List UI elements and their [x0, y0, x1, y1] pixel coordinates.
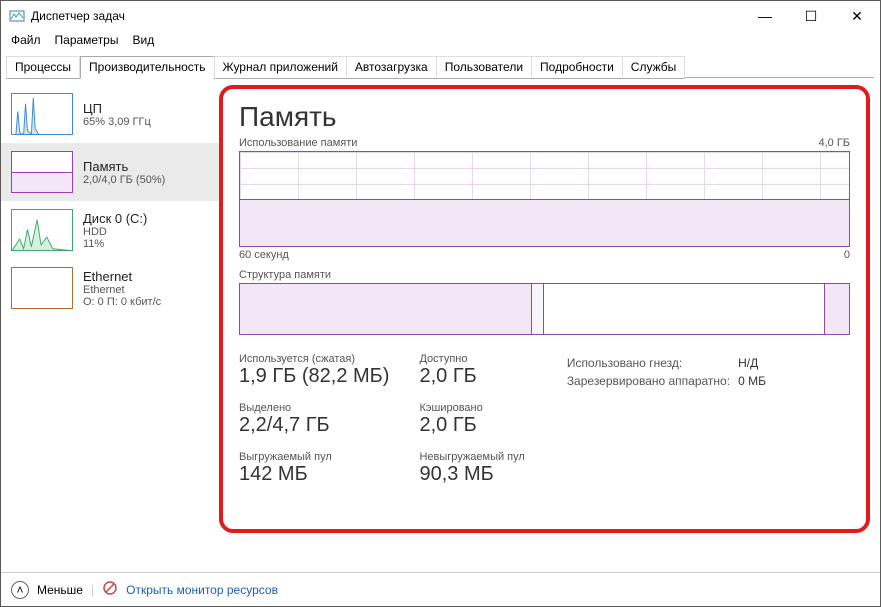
hw-reserved-label: Зарезервировано аппаратно: [567, 373, 736, 389]
tab-startup[interactable]: Автозагрузка [346, 56, 437, 79]
menu-file[interactable]: Файл [11, 33, 41, 47]
available-label: Доступно [419, 353, 524, 365]
sidebar-item-memory[interactable]: Память 2,0/4,0 ГБ (50%) [1, 143, 219, 201]
tab-app-history[interactable]: Журнал приложений [214, 56, 347, 79]
sidebar-item-disk[interactable]: Диск 0 (C:) HDD 11% [1, 201, 219, 259]
close-button[interactable]: ✕ [834, 1, 880, 31]
struct-label: Структура памяти [239, 269, 850, 281]
eth-sub1: Ethernet [83, 284, 161, 296]
cpu-title: ЦП [83, 101, 151, 116]
content: ЦП 65% 3,09 ГГц Память 2,0/4,0 ГБ (50%) … [1, 79, 880, 579]
window-title: Диспетчер задач [31, 9, 125, 23]
cached-value: 2,0 ГБ [419, 414, 524, 437]
paged-label: Выгружаемый пул [239, 451, 389, 463]
menu-options[interactable]: Параметры [55, 33, 119, 47]
page-title: Память [239, 101, 850, 133]
memory-sub: 2,0/4,0 ГБ (50%) [83, 174, 165, 186]
tab-performance[interactable]: Производительность [80, 56, 214, 79]
memory-thumbnail [11, 151, 73, 193]
menu-view[interactable]: Вид [132, 33, 154, 47]
menubar: Файл Параметры Вид [1, 31, 880, 51]
tab-users[interactable]: Пользователи [436, 56, 532, 79]
disk-title: Диск 0 (C:) [83, 211, 147, 226]
main-panel: Память Использование памяти 4,0 ГБ 60 се… [219, 79, 880, 579]
minimize-button[interactable]: — [742, 1, 788, 31]
disk-sub2: 11% [83, 238, 147, 250]
cpu-sub: 65% 3,09 ГГц [83, 116, 151, 128]
maximize-button[interactable]: ☐ [788, 1, 834, 31]
tab-processes[interactable]: Процессы [6, 56, 80, 79]
open-resource-monitor-link[interactable]: Открыть монитор ресурсов [126, 583, 278, 597]
tab-details[interactable]: Подробности [531, 56, 623, 79]
usage-total: 4,0 ГБ [818, 137, 850, 149]
eth-sub2: О: 0 П: 0 кбит/с [83, 296, 161, 308]
x-left: 60 секунд [239, 249, 289, 261]
slots-label: Использовано гнезд: [567, 355, 736, 371]
in-use-label: Используется (сжатая) [239, 353, 389, 365]
disk-sub1: HDD [83, 226, 147, 238]
x-right: 0 [844, 249, 850, 261]
sidebar: ЦП 65% 3,09 ГГц Память 2,0/4,0 ГБ (50%) … [1, 79, 219, 579]
ethernet-thumbnail [11, 267, 73, 309]
highlight-box: Память Использование памяти 4,0 ГБ 60 се… [219, 85, 870, 533]
titlebar: Диспетчер задач — ☐ ✕ [1, 1, 880, 31]
cached-label: Кэшировано [419, 402, 524, 414]
slots-value: Н/Д [738, 355, 772, 371]
sidebar-item-cpu[interactable]: ЦП 65% 3,09 ГГц [1, 85, 219, 143]
committed-label: Выделено [239, 402, 389, 414]
committed-value: 2,2/4,7 ГБ [239, 414, 389, 437]
memory-title: Память [83, 159, 165, 174]
hw-reserved-value: 0 МБ [738, 373, 772, 389]
footer: ˄ Меньше | Открыть монитор ресурсов [1, 572, 880, 606]
sidebar-item-ethernet[interactable]: Ethernet Ethernet О: 0 П: 0 кбит/с [1, 259, 219, 317]
memory-usage-chart [239, 151, 850, 247]
app-icon [9, 8, 25, 24]
eth-title: Ethernet [83, 269, 161, 284]
resource-monitor-icon [102, 580, 118, 599]
memory-composition-chart [239, 283, 850, 335]
stats: Используется (сжатая) 1,9 ГБ (82,2 МБ) Д… [239, 353, 850, 486]
paged-value: 142 МБ [239, 463, 389, 486]
available-value: 2,0 ГБ [419, 365, 524, 388]
cpu-thumbnail [11, 93, 73, 135]
nonpaged-label: Невыгружаемый пул [419, 451, 524, 463]
tab-services[interactable]: Службы [622, 56, 685, 79]
tabstrip: Процессы Производительность Журнал прило… [1, 55, 880, 79]
nonpaged-value: 90,3 МБ [419, 463, 524, 486]
window-controls: — ☐ ✕ [742, 1, 880, 31]
disk-thumbnail [11, 209, 73, 251]
fewer-details-button[interactable]: Меньше [37, 583, 83, 597]
usage-label: Использование памяти [239, 137, 357, 149]
chevron-up-icon[interactable]: ˄ [11, 581, 29, 599]
in-use-value: 1,9 ГБ (82,2 МБ) [239, 365, 389, 388]
